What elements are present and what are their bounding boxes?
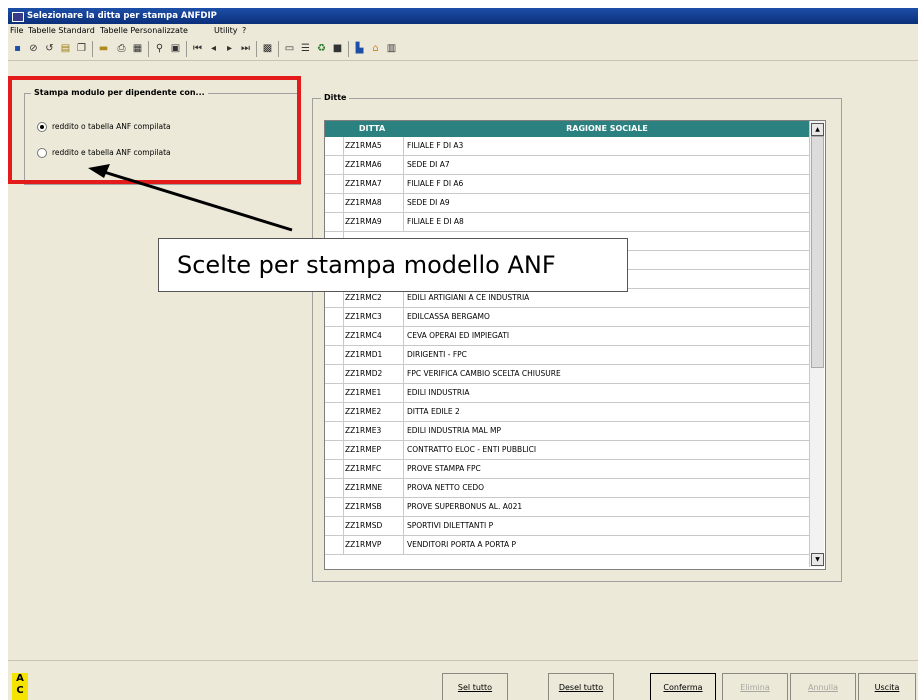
app-window: Selezionare la ditta per stampa ANFDIP F… — [8, 8, 918, 700]
arrow-head — [88, 164, 110, 178]
deselect-all-button[interactable]: Desel tutto — [548, 673, 614, 700]
delete-button[interactable]: Elimina — [722, 673, 788, 700]
arrow-line — [103, 170, 293, 232]
exit-button[interactable]: Uscita — [858, 673, 916, 700]
annotation-callout: Scelte per stampa modello ANF — [158, 238, 628, 292]
ac-logo: A C — [12, 673, 28, 700]
confirm-button[interactable]: Conferma — [650, 673, 716, 700]
annotation-arrow — [88, 164, 293, 232]
bottom-bar: A C Sel tutto Desel tutto Conferma Elimi… — [8, 660, 918, 700]
cancel-button[interactable]: Annulla — [790, 673, 856, 700]
select-all-button[interactable]: Sel tutto — [442, 673, 508, 700]
